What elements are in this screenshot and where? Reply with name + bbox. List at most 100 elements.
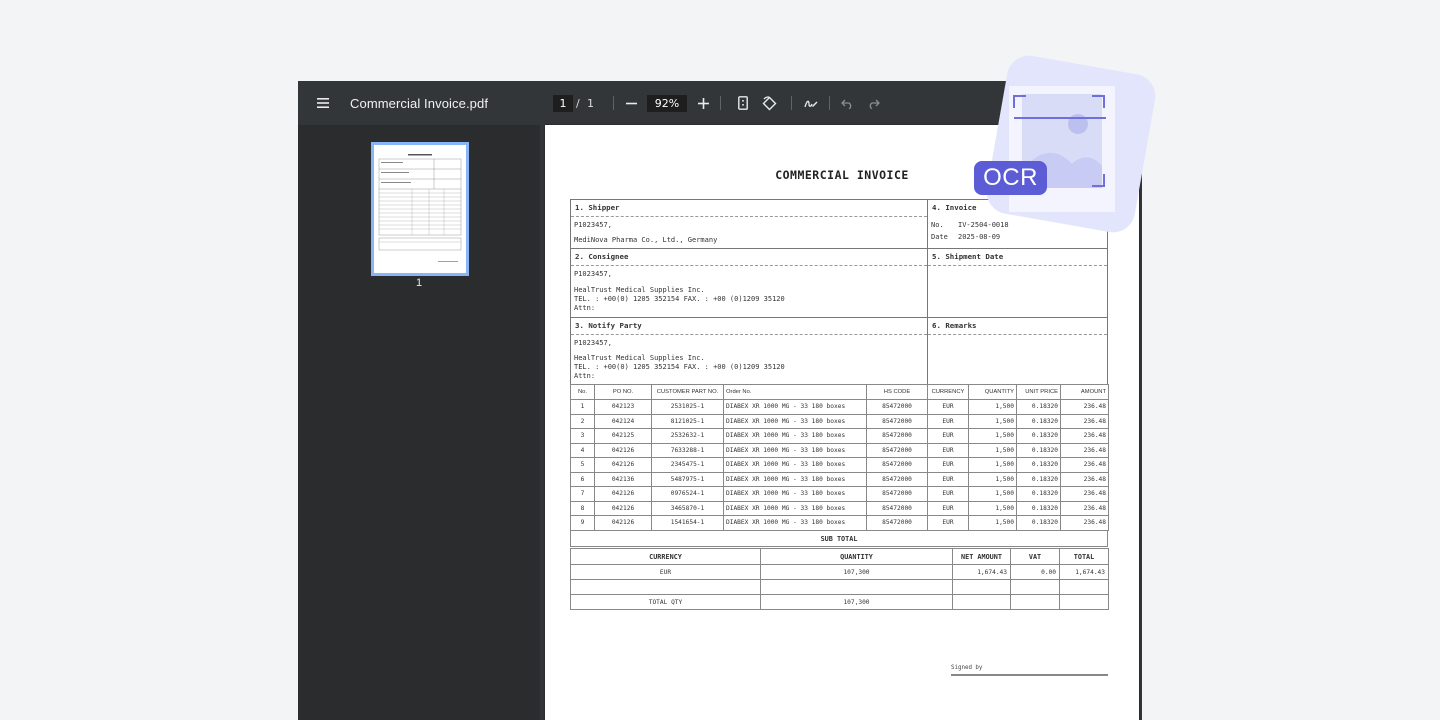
table-cell: 1541654-1 (651, 515, 724, 531)
subtotal-label: SUB TOTAL (570, 530, 1108, 547)
table-cell: 236.48 (1060, 413, 1109, 429)
table-cell: 1,500 (968, 442, 1017, 458)
table-row: 3 042125 2532632-1 DIABEX XR 1000 MG - 33 1… (570, 428, 1109, 444)
table-cell: 1,500 (968, 457, 1017, 473)
table-cell: 3 (570, 428, 595, 444)
table-cell: 236.48 (1060, 399, 1109, 415)
table-cell: 1,500 (968, 399, 1017, 415)
table-cell: DIABEX XR 1000 MG - 33 180 boxes (723, 442, 867, 458)
remarks-section: 6. Remarks (927, 317, 1108, 385)
shipment-date-section: 5. Shipment Date (927, 248, 1108, 318)
column-header: CUSTOMER PART NO. (651, 384, 724, 400)
table-cell: 7633288-1 (651, 442, 724, 458)
dashed-divider (571, 265, 927, 266)
column-header: PO NO. (594, 384, 652, 400)
table-cell: EUR (927, 515, 969, 531)
table-cell: 0.18320 (1016, 471, 1061, 487)
total-qty-row: TOTAL QTY 107,300 (570, 594, 1109, 610)
fit-page-icon (738, 96, 748, 110)
table-cell: 1,500 (968, 500, 1017, 516)
total-qty-label: TOTAL QTY (570, 594, 761, 610)
table-cell: DIABEX XR 1000 MG - 33 180 boxes (723, 457, 867, 473)
invoice-no-label: No. (931, 221, 944, 229)
table-cell: 85472000 (866, 457, 928, 473)
table-cell: 85472000 (866, 471, 928, 487)
dashed-divider (571, 334, 927, 335)
table-cell: 0.18320 (1016, 413, 1061, 429)
image-scan-icon (986, 55, 1156, 233)
table-cell: 042136 (594, 471, 652, 487)
table-cell: EUR (927, 399, 969, 415)
document-title: Commercial Invoice.pdf (350, 95, 489, 111)
table-cell: 1,500 (968, 428, 1017, 444)
zoom-in-button[interactable] (696, 81, 710, 125)
table-cell: 0.18320 (1016, 500, 1061, 516)
shipper-line: P1023457, (574, 221, 612, 229)
table-cell: 85472000 (866, 442, 928, 458)
notify-party-section: 3. Notify Party P1023457, HealTrust Medi… (570, 317, 928, 385)
zoom-level-input[interactable]: 92% (647, 81, 687, 125)
column-header: CURRENCY (927, 384, 969, 400)
table-row: 2 042124 8121025-1 DIABEX XR 1000 MG - 33 1… (570, 413, 1109, 429)
dashed-divider (571, 216, 927, 217)
table-cell: 236.48 (1060, 515, 1109, 531)
menu-icon (317, 98, 329, 108)
toolbar-divider (791, 96, 792, 110)
annotate-button[interactable] (803, 81, 819, 125)
totals-header-row: CURRENCY QUANTITY NET AMOUNT VAT TOTAL (570, 548, 1109, 565)
total-qty-value: 107,300 (760, 594, 953, 610)
table-cell: 6 (570, 471, 595, 487)
shipper-heading: 1. Shipper (575, 203, 620, 212)
table-cell: 2532632-1 (651, 428, 724, 444)
minus-icon (625, 102, 637, 104)
table-row: 8 042126 3465870-1 DIABEX XR 1000 MG - 33 1… (570, 500, 1109, 516)
table-cell: 236.48 (1060, 442, 1109, 458)
notify-line: TEL. : +00(0) 1205 352154 FAX. : +00 (0)… (574, 363, 785, 371)
totals-cell: 1,674.43 (952, 564, 1011, 580)
table-cell: 8121025-1 (651, 413, 724, 429)
menu-button[interactable] (312, 81, 334, 125)
totals-header-cell: QUANTITY (760, 548, 953, 565)
table-cell: EUR (927, 428, 969, 444)
table-cell: 0.18320 (1016, 399, 1061, 415)
table-cell: EUR (927, 500, 969, 516)
pen-signature-icon (804, 100, 818, 108)
table-cell: 042126 (594, 457, 652, 473)
table-cell: 042126 (594, 442, 652, 458)
totals-cell: EUR (570, 564, 761, 580)
table-cell: EUR (927, 471, 969, 487)
table-row: 7 042126 0976524-1 DIABEX XR 1000 MG - 33 1… (570, 486, 1109, 502)
thumbnail-sidebar: 1 (298, 125, 540, 720)
table-cell: 1,500 (968, 413, 1017, 429)
table-cell: 236.48 (1060, 457, 1109, 473)
page-thumbnail[interactable] (371, 142, 469, 276)
table-row: 6 042136 5487975-1 DIABEX XR 1000 MG - 33 1… (570, 471, 1109, 487)
redo-button[interactable] (865, 81, 881, 125)
totals-row: EUR 107,300 1,674.43 0.00 1,674.43 (570, 564, 1109, 580)
table-cell: 1,500 (968, 486, 1017, 502)
table-cell: 4 (570, 442, 595, 458)
notify-line: Attn: (574, 372, 596, 380)
table-cell: 0.18320 (1016, 428, 1061, 444)
totals-header-cell: CURRENCY (570, 548, 761, 565)
totals-header-cell: TOTAL (1059, 548, 1109, 565)
fit-to-page-button[interactable] (736, 81, 750, 125)
table-header-row: No. PO NO. CUSTOMER PART NO. Order No. HS CO… (570, 384, 1109, 400)
undo-button[interactable] (839, 81, 855, 125)
rotate-button[interactable] (761, 81, 777, 125)
page-number-input[interactable]: 1 (552, 81, 574, 125)
toolbar-divider (720, 96, 721, 110)
table-cell: 1 (570, 399, 595, 415)
totals-cell: 0.00 (1010, 564, 1060, 580)
consignee-line: TEL. : +00(0) 1205 352154 FAX. : +00 (0)… (574, 295, 785, 303)
table-cell: 042126 (594, 500, 652, 516)
zoom-out-button[interactable] (624, 81, 638, 125)
column-header: HS CODE (866, 384, 928, 400)
line-items-table: No. PO NO. CUSTOMER PART NO. Order No. HS CO… (570, 384, 1109, 531)
table-cell: 85472000 (866, 413, 928, 429)
table-cell: 0.18320 (1016, 515, 1061, 531)
table-cell: 2531025-1 (651, 399, 724, 415)
page-separator: / (576, 96, 580, 110)
signed-by-line: Signed by (951, 665, 1108, 676)
table-row: 4 042126 7633288-1 DIABEX XR 1000 MG - 33 1… (570, 442, 1109, 458)
